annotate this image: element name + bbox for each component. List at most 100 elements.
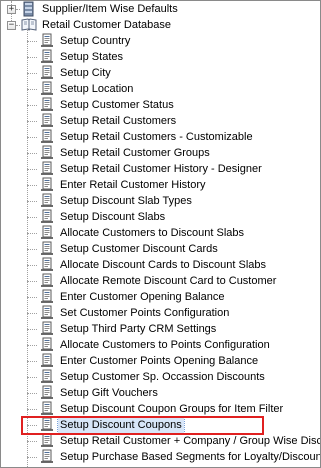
- tree-leaf-label: Setup Customer Status: [60, 99, 174, 111]
- tree-leaf-item[interactable]: Setup Customer Sp. Occassion Discounts: [1, 369, 320, 385]
- tree-leaf-item[interactable]: Setup Discount Slabs: [1, 209, 320, 225]
- stack-icon: [21, 1, 37, 17]
- tree-leaf-item[interactable]: Setup Purchase Based Segments for Loyalt…: [1, 449, 321, 465]
- tree-leaf-label: Allocate Remote Discount Card to Custome…: [60, 275, 277, 287]
- tree-node-label: Supplier/Item Wise Defaults: [42, 3, 178, 15]
- document-icon: [39, 321, 55, 337]
- tree-leaf-label: Allocate Customers to Discount Slabs: [60, 227, 245, 239]
- tree-leaf-label: Setup Customer Sp. Occassion Discounts: [60, 371, 265, 383]
- tree-leaf-label: Setup Location: [60, 83, 134, 95]
- tree-leaf-item[interactable]: Setup Discount Coupons: [1, 416, 320, 434]
- collapse-toggle[interactable]: −: [7, 21, 16, 30]
- tree-leaf-item[interactable]: Setup Discount Coupon Groups for Item Fi…: [1, 401, 320, 417]
- tree-guide-line: [27, 249, 37, 250]
- document-icon: [39, 257, 55, 273]
- tree-leaf-item[interactable]: Enter Retail Customer History: [1, 177, 320, 193]
- document-icon: [39, 337, 55, 353]
- tree-leaf-label: Setup Discount Coupons: [57, 416, 185, 434]
- tree-guide-line: [16, 9, 20, 10]
- tree-leaf-item[interactable]: Setup Customer Discount Cards: [1, 241, 320, 257]
- document-icon: [39, 161, 55, 177]
- tree-leaf-item[interactable]: Set Customer Points Configuration: [1, 305, 320, 321]
- tree-leaf-label: Enter Retail Customer History: [60, 179, 206, 191]
- tree-leaf-label: Setup Third Party CRM Settings: [60, 323, 217, 335]
- document-icon: [39, 209, 55, 225]
- tree-leaf-item[interactable]: Allocate Customers to Points Configurati…: [1, 337, 320, 353]
- tree-leaf-item[interactable]: Setup Gift Vouchers: [1, 385, 320, 401]
- tree-leaf-label: Enter Customer Points Opening Balance: [60, 355, 259, 367]
- tree-leaf-item[interactable]: Setup Location: [1, 81, 320, 97]
- tree-leaf-item[interactable]: Allocate Discount Cards to Discount Slab…: [1, 257, 320, 273]
- tree-leaf-item[interactable]: Allocate Remote Discount Card to Custome…: [1, 273, 320, 289]
- document-icon: [39, 49, 55, 65]
- document-icon: [39, 113, 55, 129]
- tree-leaf-label: Allocate Discount Cards to Discount Slab…: [60, 259, 267, 271]
- tree-leaf-item[interactable]: Setup Customer Status: [1, 97, 320, 113]
- tree-leaf-label: Allocate Customers to Points Configurati…: [60, 339, 270, 351]
- tree-leaf-item[interactable]: Setup States: [1, 49, 320, 65]
- document-icon: [39, 129, 55, 145]
- tree-guide-line: [27, 265, 37, 266]
- tree-guide-line: [27, 185, 37, 186]
- tree-leaf-label: Set Customer Points Configuration: [60, 307, 230, 319]
- document-icon: [39, 417, 55, 433]
- tree-leaf-label: Setup Discount Slab Types: [60, 195, 192, 207]
- tree-leaf-label: Setup Purchase Based Segments for Loyalt…: [60, 451, 321, 463]
- tree-guide-line: [27, 313, 37, 314]
- tree-leaf-item[interactable]: Allocate Customers to Discount Slabs: [1, 225, 320, 241]
- tree-guide-line: [27, 361, 37, 362]
- tree-guide-line: [27, 329, 37, 330]
- tree-leaf-label: Setup City: [60, 67, 111, 79]
- tree-leaf-label: Setup Country: [60, 35, 131, 47]
- tree-leaf-item[interactable]: Setup Retail Customer + Company / Group …: [1, 433, 321, 449]
- tree-leaf-item[interactable]: Setup Retail Customers - Customizable: [1, 129, 320, 145]
- tree-view[interactable]: + Supplier/Item Wise Defaults − Retail Cust…: [1, 1, 320, 467]
- document-icon: [39, 177, 55, 193]
- tree-leaf-item[interactable]: Setup Discount Slab Types: [1, 193, 320, 209]
- tree-guide-line: [27, 217, 37, 218]
- document-icon: [39, 65, 55, 81]
- document-icon: [39, 81, 55, 97]
- tree-guide-line: [27, 441, 37, 442]
- tree-leaf-label: Setup Retail Customer History - Designer: [60, 163, 262, 175]
- tree-leaf-item[interactable]: Enter Customer Opening Balance: [1, 289, 320, 305]
- tree-node-label: Retail Customer Database: [42, 19, 172, 31]
- tree-leaf-label: Setup Customer Discount Cards: [60, 243, 218, 255]
- tree-leaf-item[interactable]: Setup Retail Customers: [1, 113, 320, 129]
- tree-node[interactable]: + Supplier/Item Wise Defaults: [1, 1, 320, 17]
- tree-guide-line: [27, 297, 37, 298]
- tree-leaf-item[interactable]: Setup Third Party CRM Settings: [1, 321, 320, 337]
- tree-guide-line: [27, 105, 37, 106]
- tree-guide-line: [27, 281, 37, 282]
- tree-node[interactable]: − Retail Customer Database: [1, 17, 320, 33]
- document-icon: [39, 353, 55, 369]
- expand-toggle[interactable]: +: [7, 5, 16, 14]
- document-icon: [39, 385, 55, 401]
- document-icon: [39, 289, 55, 305]
- document-icon: [39, 33, 55, 49]
- document-icon: [39, 241, 55, 257]
- tree-leaf-item[interactable]: Setup City: [1, 65, 320, 81]
- tree-leaf-label: Setup Retail Customers - Customizable: [60, 131, 253, 143]
- tree-guide-line: [27, 377, 37, 378]
- tree-guide-line: [27, 345, 37, 346]
- tree-guide-line: [27, 169, 37, 170]
- tree-leaf-item[interactable]: Setup Retail Customer History - Designer: [1, 161, 320, 177]
- tree-leaf-label: Setup Discount Coupon Groups for Item Fi…: [60, 403, 284, 415]
- tree-guide-line: [27, 457, 37, 458]
- tree-guide-line: [27, 409, 37, 410]
- document-icon: [39, 305, 55, 321]
- tree-leaf-label: Setup States: [60, 51, 123, 63]
- tree-leaf-item[interactable]: Enter Customer Points Opening Balance: [1, 353, 320, 369]
- tree-leaf-label: Setup Retail Customer + Company / Group …: [60, 435, 321, 447]
- tree-guide-line: [27, 73, 37, 74]
- tree-leaf-item[interactable]: Setup Country: [1, 33, 320, 49]
- tree-leaf-item[interactable]: Setup Retail Customer Groups: [1, 145, 320, 161]
- document-icon: [39, 145, 55, 161]
- tree-guide-line: [27, 121, 37, 122]
- tree-view-panel[interactable]: + Supplier/Item Wise Defaults − Retail Cust…: [0, 0, 321, 468]
- tree-leaf-label: Setup Discount Slabs: [60, 211, 166, 223]
- tree-guide-line: [27, 201, 37, 202]
- document-icon: [39, 449, 55, 465]
- tree-leaf-label: Setup Retail Customer Groups: [60, 147, 210, 159]
